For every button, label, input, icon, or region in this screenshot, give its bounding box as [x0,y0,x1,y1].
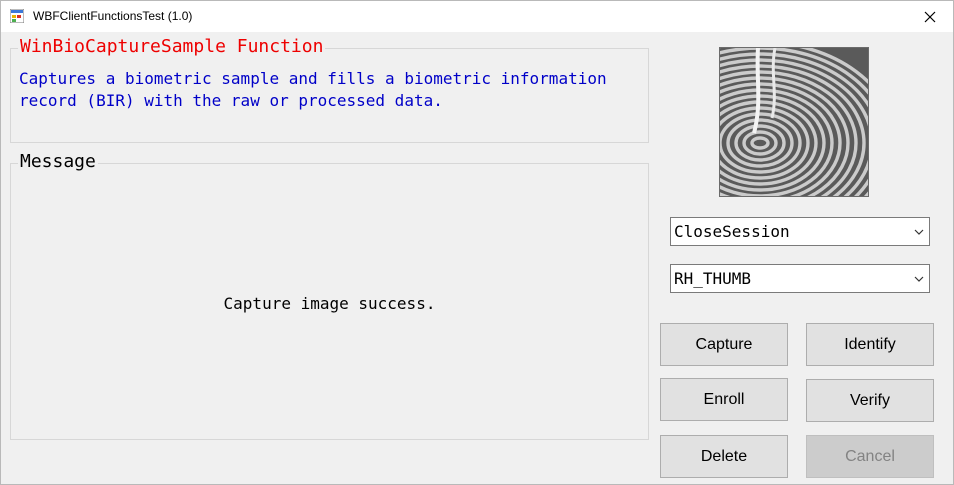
fingerprint-icon [720,48,868,196]
title-bar[interactable]: WBFClientFunctionsTest (1.0) [1,1,953,32]
capture-button[interactable]: Capture [660,323,788,366]
fingerprint-image [719,47,869,197]
close-button[interactable] [907,1,953,32]
identify-button[interactable]: Identify [806,323,934,366]
main-window: WBFClientFunctionsTest (1.0) WinBioCaptu… [0,0,954,485]
close-icon [924,11,936,22]
delete-button[interactable]: Delete [660,435,788,478]
cancel-button[interactable]: Cancel [806,435,934,478]
window-title: WBFClientFunctionsTest (1.0) [33,9,193,23]
enroll-button[interactable]: Enroll [660,378,788,421]
chevron-down-icon [914,229,924,235]
function-title: WinBioCaptureSample Function [18,36,326,57]
chevron-down-icon [914,276,924,282]
function-select[interactable]: CloseSession [670,217,930,246]
message-text: Capture image success. [223,294,436,313]
finger-select-value: RH_THUMB [674,269,752,288]
function-description: Captures a biometric sample and fills a … [19,69,607,110]
function-groupbox: WinBioCaptureSample Function Captures a … [10,36,649,143]
app-icon [10,9,24,23]
finger-select[interactable]: RH_THUMB [670,264,930,293]
message-groupbox: Message Capture image success. [10,151,649,440]
function-select-value: CloseSession [674,222,790,241]
message-title: Message [18,151,98,172]
verify-button[interactable]: Verify [806,379,934,422]
